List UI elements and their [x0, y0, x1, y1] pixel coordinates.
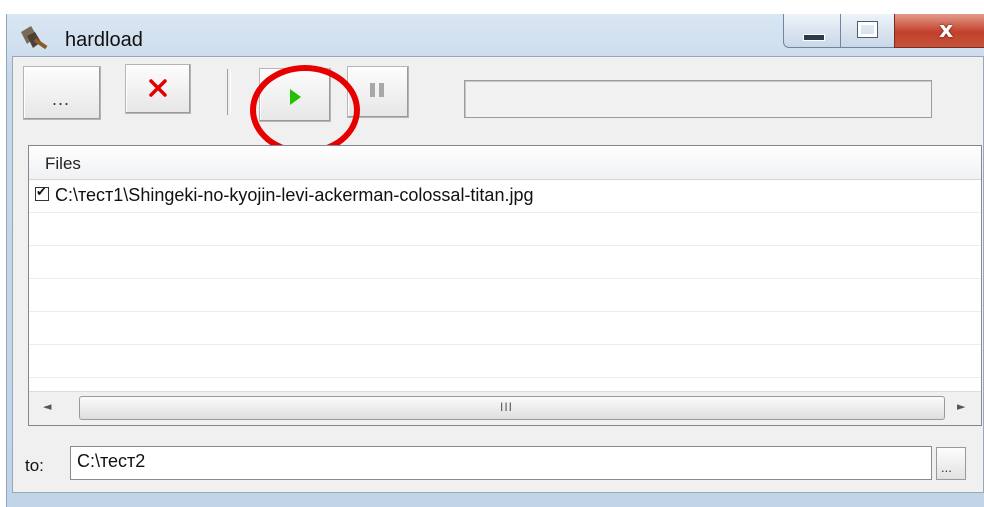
shovel-app-icon	[21, 26, 48, 50]
title-bar[interactable]: hardload x	[7, 14, 984, 56]
list-item[interactable]: ✔ C:\тест1\Shingeki-no-kyojin-levi-acker…	[29, 179, 981, 213]
remove-button[interactable]	[125, 64, 191, 114]
scrollbar-thumb[interactable]: III	[79, 396, 945, 420]
empty-row	[29, 344, 981, 378]
empty-row	[29, 278, 981, 312]
close-button[interactable]: x	[894, 14, 984, 48]
destination-field[interactable]: C:\тест2	[70, 446, 932, 480]
scroll-right-icon[interactable]: ►	[957, 400, 965, 413]
empty-row	[29, 212, 981, 246]
browse-files-label: ...	[52, 89, 71, 109]
files-column-header[interactable]: Files	[29, 146, 981, 180]
window-controls: x	[783, 14, 984, 50]
play-icon	[290, 89, 301, 105]
remove-icon	[149, 79, 167, 97]
browse-files-button[interactable]: ...	[23, 66, 101, 120]
minimize-icon	[803, 34, 825, 41]
start-button[interactable]	[259, 68, 331, 122]
browse-destination-button[interactable]: ...	[936, 447, 966, 480]
browse-destination-label: ...	[941, 460, 952, 475]
maximize-button[interactable]	[840, 14, 895, 48]
checkbox-icon[interactable]: ✔	[35, 185, 49, 201]
destination-label: to:	[25, 456, 44, 475]
files-list[interactable]: Files ✔ C:\тест1\Shingeki-no-kyojin-levi…	[28, 145, 982, 426]
pause-icon	[370, 83, 384, 97]
minimize-button[interactable]	[783, 14, 841, 48]
empty-row	[29, 311, 981, 345]
maximize-icon	[857, 21, 878, 38]
pause-button[interactable]	[347, 66, 409, 118]
file-path: C:\тест1\Shingeki-no-kyojin-levi-ackerma…	[55, 185, 534, 205]
scrollbar-grip-icon: III	[500, 400, 514, 414]
progress-bar	[464, 80, 932, 118]
horizontal-scrollbar[interactable]: ◄ III ►	[29, 391, 981, 425]
window-title: hardload	[65, 29, 143, 51]
toolbar-separator	[227, 69, 231, 115]
close-icon: x	[939, 18, 954, 43]
files-column-header-label: Files	[45, 154, 81, 173]
empty-row	[29, 245, 981, 279]
scroll-left-icon[interactable]: ◄	[43, 400, 51, 413]
